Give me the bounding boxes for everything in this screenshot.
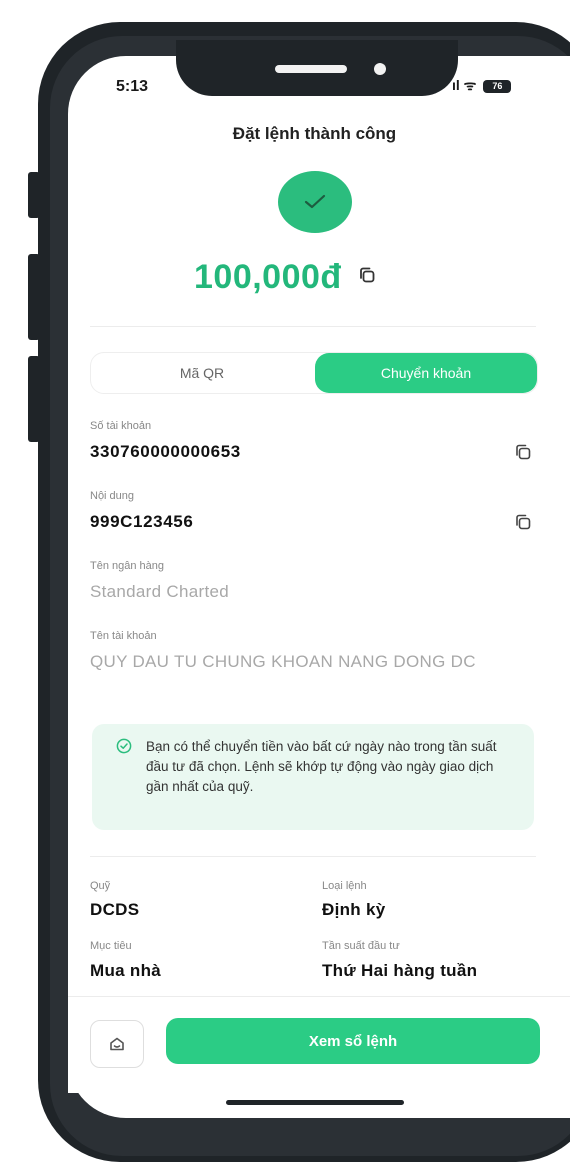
goal-label: Mục tiêu: [90, 940, 132, 952]
tab-qr-code[interactable]: Mã QR: [91, 353, 313, 393]
fund-value: DCDS: [90, 900, 140, 919]
goal-value: Mua nhà: [90, 961, 162, 980]
account-name-label: Tên tài khoản: [90, 630, 157, 642]
front-camera: [374, 63, 386, 75]
status-time: 5:13: [116, 78, 149, 95]
order-type-value: Định kỳ: [322, 900, 386, 919]
transfer-content-value: 999C123456: [90, 512, 194, 531]
battery-icon: 76: [483, 79, 512, 93]
speaker: [275, 65, 347, 73]
section-divider: [90, 326, 536, 327]
transfer-notice: Bạn có thể chuyển tiền vào bất cứ ngày n…: [92, 724, 534, 830]
signal-icon: ıl: [452, 77, 460, 93]
copy-account-number-icon[interactable]: [514, 443, 532, 466]
amount-row: 100,000đ: [194, 258, 376, 297]
copy-content-icon[interactable]: [514, 513, 532, 536]
notice-text: Bạn có thể chuyển tiền vào bất cứ ngày n…: [146, 739, 497, 794]
check-circle-icon: [116, 738, 132, 759]
home-indicator: [226, 1100, 404, 1105]
account-name-value: QUY DAU TU CHUNG KHOAN NANG DONG DC: [90, 652, 476, 671]
payment-method-tabs: Mã QR Chuyển khoản: [90, 352, 538, 394]
success-check-icon: [278, 171, 352, 233]
account-number-value: 330760000000653: [90, 442, 241, 461]
transfer-content-label: Nội dung: [90, 490, 135, 502]
order-amount: 100,000đ: [194, 258, 342, 296]
account-number-label: Số tài khoản: [90, 420, 152, 432]
section-divider: [90, 856, 536, 857]
tab-bank-transfer[interactable]: Chuyển khoản: [315, 353, 537, 393]
copy-amount-icon[interactable]: [358, 266, 376, 289]
view-order-book-button[interactable]: Xem sổ lệnh: [166, 1018, 540, 1064]
home-icon: [110, 1037, 124, 1051]
frequency-value: Thứ Hai hàng tuần: [322, 961, 478, 980]
bank-name-label: Tên ngân hàng: [90, 560, 165, 572]
order-type-label: Loại lệnh: [322, 880, 367, 892]
bank-name-value: Standard Charted: [90, 582, 229, 601]
home-button[interactable]: [90, 1020, 144, 1068]
wifi-icon: ᯤ: [463, 77, 477, 93]
status-icons: ıl ᯤ 76: [452, 76, 512, 95]
fund-label: Quỹ: [90, 880, 111, 892]
page-title: Đặt lệnh thành công: [232, 124, 397, 143]
frequency-label: Tần suất đầu tư: [322, 940, 400, 952]
